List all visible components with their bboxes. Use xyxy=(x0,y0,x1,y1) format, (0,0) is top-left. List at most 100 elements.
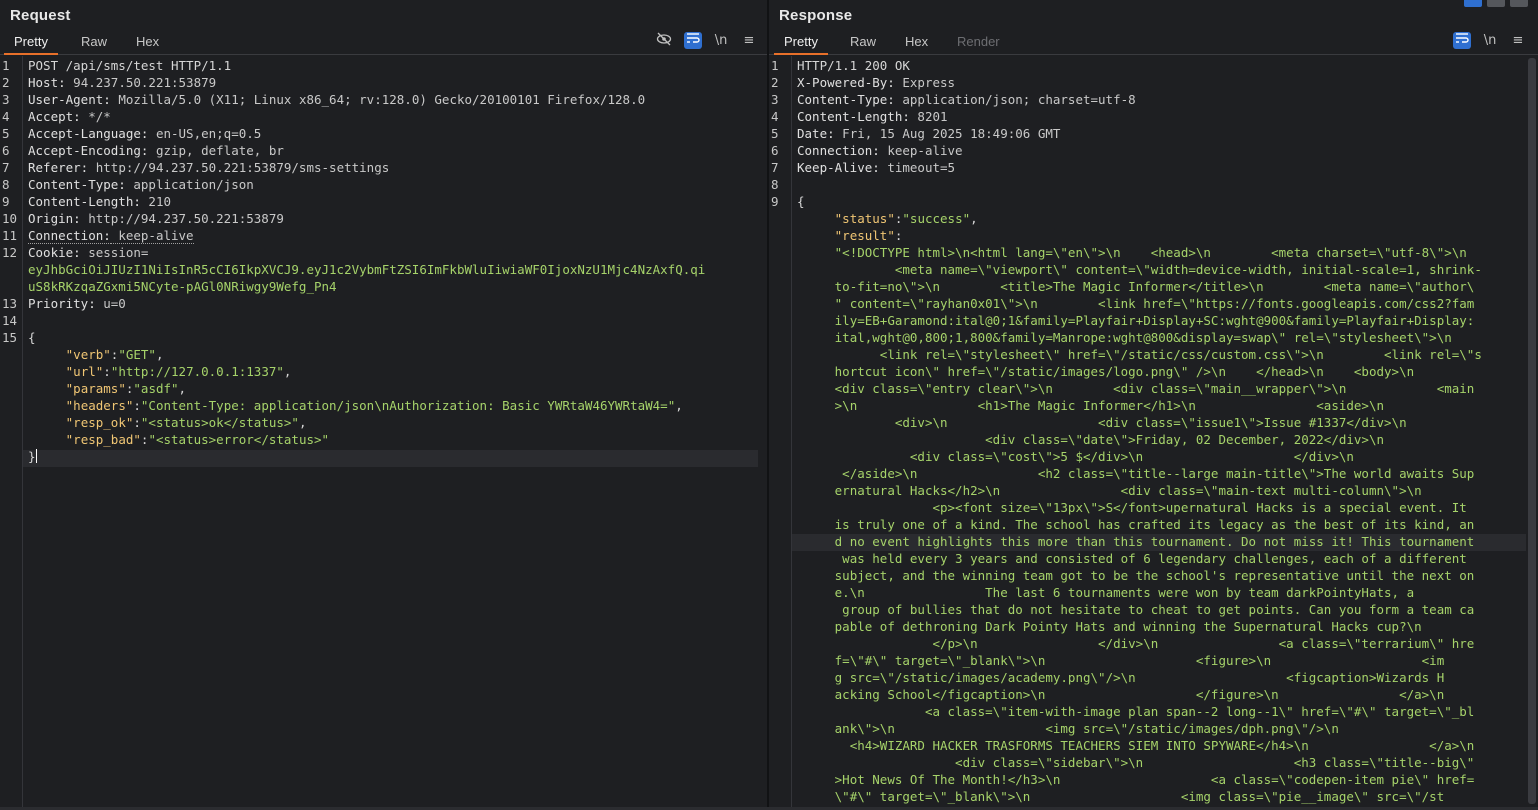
session-cookie-value: uS8kRKzqaZGxmi5NCyte-pAGl0NRiwgy9Wefg_Pn… xyxy=(28,279,337,294)
response-line-text: HTTP/1.1 200 OK xyxy=(797,58,910,73)
json-comma: , xyxy=(155,347,164,362)
result-html-text: group of bullies that do not hesitate to… xyxy=(834,602,1475,617)
response-tabbar: Pretty Raw Hex Render xyxy=(769,31,1538,55)
layout-vertical-icon[interactable] xyxy=(1510,0,1528,7)
code-line: Accept-Language: en-US,en;q=0.5 xyxy=(28,125,760,142)
result-html-text: >\n <h1>The Magic Informer</h1>\n <aside… xyxy=(834,398,1385,413)
result-html-text: <h4>WIZARD HACKER TRASFORMS TEACHERS SIE… xyxy=(834,738,1475,753)
layout-split-icon[interactable] xyxy=(1464,0,1482,7)
header-name: Content-Length: xyxy=(797,109,910,124)
line-number: 13 xyxy=(2,296,18,311)
header-name: Origin: xyxy=(28,211,81,226)
menu-icon[interactable]: ≡ xyxy=(1509,32,1527,49)
layout-horizontal-icon[interactable] xyxy=(1487,0,1505,7)
header-value: application/json; charset=utf-8 xyxy=(894,92,1136,107)
json-status-line: "status":"success", xyxy=(797,210,1530,227)
response-tab-pretty[interactable]: Pretty xyxy=(774,34,828,55)
code-line: Content-Length: 8201 xyxy=(797,108,1530,125)
line-number: 3 xyxy=(771,92,779,107)
line-number: 1 xyxy=(771,58,779,73)
wrap-icon[interactable] xyxy=(1453,32,1471,49)
line-number: 15 xyxy=(2,330,18,345)
result-html-line: <div>\n <div class=\"issue1\">Issue #133… xyxy=(797,414,1530,431)
line-number: 1 xyxy=(2,58,10,73)
response-title: Response xyxy=(779,7,853,24)
result-html-line: <div class=\"entry clear\">\n <div class… xyxy=(797,380,1530,397)
header-value: Mozilla/5.0 (X11; Linux x86_64; rv:128.0… xyxy=(110,92,646,107)
result-html-line: <link rel=\"stylesheet\" href=\"/static/… xyxy=(797,346,1530,363)
result-html-line: to-fit=no\">\n <title>The Magic Informer… xyxy=(797,278,1530,295)
layout-toggle-group xyxy=(1459,0,1528,12)
response-tab-raw[interactable]: Raw xyxy=(850,34,876,54)
code-line: HTTP/1.1 200 OK xyxy=(797,57,1530,74)
json-closing-line: } xyxy=(28,448,760,465)
result-html-line: <meta name=\"viewport\" content=\"width=… xyxy=(797,261,1530,278)
response-line-text: { xyxy=(797,194,805,209)
header-name: Cookie: xyxy=(28,245,81,260)
header-name: Accept-Encoding: xyxy=(28,143,149,158)
json-value: "<status>ok</status>" xyxy=(140,415,299,430)
request-editor[interactable]: POST /api/sms/test HTTP/1.1 Host: 94.237.… xyxy=(28,57,760,465)
result-html-line: "<!DOCTYPE html>\n<html lang=\"en\">\n <… xyxy=(797,244,1530,261)
json-value-status: "success" xyxy=(902,211,971,226)
result-html-line: \"#\" target=\"_blank\">\n <img class=\"… xyxy=(797,788,1530,805)
request-line-text: { xyxy=(28,330,36,345)
code-line: Keep-Alive: timeout=5 xyxy=(797,159,1530,176)
result-html-text: </aside>\n <h2 class=\"title--large main… xyxy=(834,466,1475,481)
result-html-line: <h4>WIZARD HACKER TRASFORMS TEACHERS SIE… xyxy=(797,737,1530,754)
request-tab-raw[interactable]: Raw xyxy=(81,34,107,54)
code-line: Priority: u=0 xyxy=(28,295,760,312)
request-pane: Request Pretty Raw Hex \n ≡ 1 2 3 4 5 6 7 8 9 10 1… xyxy=(0,0,768,810)
code-line: Date: Fri, 15 Aug 2025 18:49:06 GMT xyxy=(797,125,1530,142)
json-value: "<status>error</status>" xyxy=(148,432,330,447)
session-cookie-value: eyJhbGciOiJIUzI1NiIsInR5cCI6IkpXVCJ9.eyJ… xyxy=(28,262,706,277)
wrap-icon[interactable] xyxy=(684,32,702,49)
json-line: "resp_ok":"<status>ok</status>", xyxy=(28,414,760,431)
result-html-line: acking School</figcaption>\n </figure>\n… xyxy=(797,686,1530,703)
result-html-line: ernatural Hacks</h2>\n <div class=\"main… xyxy=(797,482,1530,499)
result-html-line: e.\n The last 6 tournaments were won by … xyxy=(797,584,1530,601)
line-number: 9 xyxy=(2,194,10,209)
line-number: 6 xyxy=(771,143,779,158)
json-line: "resp_bad":"<status>error</status>" xyxy=(28,431,760,448)
json-key: "resp_ok" xyxy=(65,415,134,430)
code-line: POST /api/sms/test HTTP/1.1 xyxy=(28,57,760,74)
result-html-text: e.\n The last 6 tournaments were won by … xyxy=(834,585,1415,600)
result-html-line: >Hot News Of The Month!</h3>\n <a class=… xyxy=(797,771,1530,788)
header-value: en-US,en;q=0.5 xyxy=(148,126,262,141)
code-line: Content-Length: 210 xyxy=(28,193,760,210)
response-scrollbar[interactable] xyxy=(1528,58,1536,804)
header-name: Accept: xyxy=(28,109,81,124)
result-html-text: ernatural Hacks</h2>\n <div class=\"main… xyxy=(834,483,1422,498)
newline-icon[interactable]: \n xyxy=(712,32,730,49)
json-key: "url" xyxy=(65,364,104,379)
header-name: Connection: xyxy=(797,143,880,158)
result-html-line: hortcut icon\" href=\"/static/images/log… xyxy=(797,363,1530,380)
response-tab-render[interactable]: Render xyxy=(957,34,1000,54)
response-editor[interactable]: HTTP/1.1 200 OK X-Powered-By: Express Cont… xyxy=(797,57,1530,805)
newline-icon[interactable]: \n xyxy=(1481,32,1499,49)
line-number: 7 xyxy=(2,160,10,175)
request-title: Request xyxy=(10,7,71,24)
result-html-text: <p><font size=\"13px\">S</font>upernatur… xyxy=(834,500,1467,515)
result-html-line: </aside>\n <h2 class=\"title--large main… xyxy=(797,465,1530,482)
json-colon: : xyxy=(133,398,141,413)
line-number: 2 xyxy=(771,75,779,90)
request-tab-hex[interactable]: Hex xyxy=(136,34,159,54)
line-number: 7 xyxy=(771,160,779,175)
json-line: "params":"asdf", xyxy=(28,380,760,397)
request-tab-pretty[interactable]: Pretty xyxy=(4,34,58,55)
response-tab-hex[interactable]: Hex xyxy=(905,34,928,54)
header-name: Content-Type: xyxy=(28,177,126,192)
result-html-text: >Hot News Of The Month!</h3>\n <a class=… xyxy=(834,772,1475,787)
menu-icon[interactable]: ≡ xyxy=(740,32,758,49)
result-html-line: ank\">\n <img src=\"/static/images/dph.p… xyxy=(797,720,1530,737)
json-comma: , xyxy=(970,211,978,226)
result-html-line: subject, and the winning team got to be … xyxy=(797,567,1530,584)
code-line: Origin: http://94.237.50.221:53879 xyxy=(28,210,760,227)
code-line: Accept: */* xyxy=(28,108,760,125)
hide-icon[interactable] xyxy=(655,32,673,49)
result-html-text: pable of dethroning Dark Pointy Hats and… xyxy=(834,619,1422,634)
line-number: 3 xyxy=(2,92,10,107)
